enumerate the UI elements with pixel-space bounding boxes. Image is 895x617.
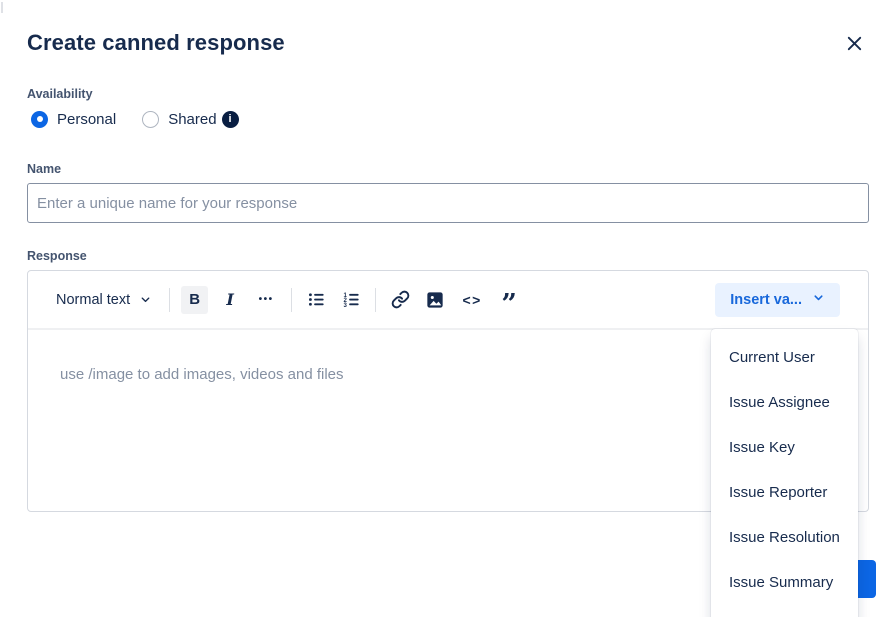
text-style-button[interactable]: Normal text (50, 286, 158, 314)
close-icon (845, 34, 864, 56)
link-icon (391, 290, 410, 309)
menu-item-current-user[interactable]: Current User (711, 335, 858, 380)
toolbar-divider (375, 288, 376, 312)
more-formatting-button[interactable] (252, 286, 280, 314)
info-icon[interactable] (222, 111, 239, 128)
response-label: Response (27, 249, 87, 263)
svg-text:3: 3 (343, 302, 347, 309)
menu-item-issue-key[interactable]: Issue Key (711, 425, 858, 470)
menu-item-issue-assignee[interactable]: Issue Assignee (711, 380, 858, 425)
screen-edge-artifact (1, 2, 3, 13)
bold-button[interactable]: B (181, 286, 208, 314)
dialog-title: Create canned response (27, 30, 285, 56)
quote-icon (501, 300, 517, 310)
link-button[interactable] (387, 286, 413, 314)
availability-label: Availability (27, 87, 93, 101)
radio-unselected-icon[interactable] (142, 111, 159, 128)
toolbar-divider (169, 288, 170, 312)
insert-variable-label: Insert va... (730, 292, 802, 308)
insert-variable-menu: Current User Issue Assignee Issue Key Is… (711, 329, 858, 617)
radio-label-shared: Shared (168, 111, 216, 128)
name-input[interactable] (27, 183, 869, 223)
close-button[interactable] (841, 32, 867, 58)
code-button[interactable] (457, 286, 487, 314)
chevron-down-icon (139, 293, 152, 306)
italic-button[interactable]: I (217, 286, 243, 314)
text-style-label: Normal text (56, 292, 130, 308)
radio-selected-icon[interactable] (31, 111, 48, 128)
availability-radio-group: Personal Shared (31, 109, 239, 129)
insert-variable-button[interactable]: Insert va... (715, 283, 840, 317)
chevron-down-icon (812, 291, 825, 308)
bold-icon: B (189, 291, 200, 308)
numbered-list-button[interactable]: 1 2 3 (338, 286, 364, 314)
bullet-list-button[interactable] (303, 286, 329, 314)
bullet-list-icon (307, 290, 326, 309)
italic-icon: I (226, 290, 233, 309)
image-icon (426, 291, 444, 309)
image-button[interactable] (422, 286, 448, 314)
menu-item-issue-resolution[interactable]: Issue Resolution (711, 515, 858, 560)
quote-button[interactable] (496, 286, 522, 314)
menu-item-issue-summary[interactable]: Issue Summary (711, 560, 858, 605)
radio-label-personal: Personal (57, 111, 116, 128)
radio-option-shared[interactable]: Shared (142, 111, 216, 128)
menu-item-issue-reporter[interactable]: Issue Reporter (711, 470, 858, 515)
create-canned-response-dialog: Create canned response Availability Pers… (0, 0, 895, 617)
numbered-list-icon: 1 2 3 (342, 290, 361, 309)
editor-toolbar: Normal text B I (28, 271, 868, 330)
name-label: Name (27, 162, 61, 176)
toolbar-divider (291, 288, 292, 312)
radio-option-personal[interactable]: Personal (31, 111, 116, 128)
